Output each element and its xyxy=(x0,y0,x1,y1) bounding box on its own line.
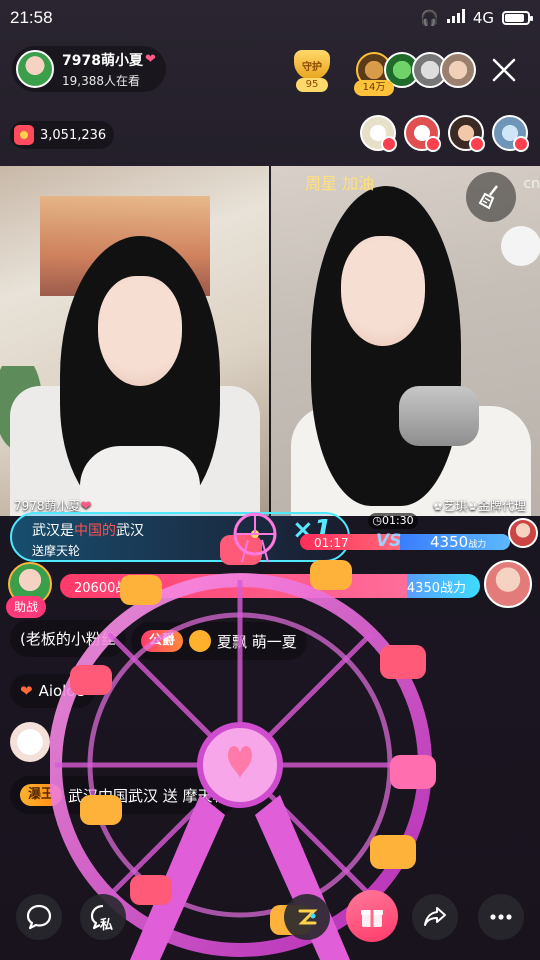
headphone-icon: 🎧 xyxy=(420,9,439,27)
private-label: 私 xyxy=(100,918,114,933)
viewer-count: 19,388人在看 xyxy=(62,73,140,88)
host-text: 7978萌小夏 ❤ 19,388人在看 xyxy=(62,50,156,89)
live-room-page: 21:58 🎧 4G 7978萌小夏 ❤ 19,388人在看 守护 95 14万… xyxy=(0,0,540,960)
chat-text: 夏飘 萌一夏 xyxy=(216,632,297,651)
bottom-toolbar: 私 xyxy=(0,890,540,950)
level-badge-icon xyxy=(188,630,211,652)
host-avatar[interactable] xyxy=(16,50,54,88)
pk-right-score: 4350战力 xyxy=(430,533,486,551)
chat-message[interactable]: 公爵 夏飘 萌一夏 xyxy=(130,622,307,660)
fan-avatar[interactable] xyxy=(440,52,476,88)
gift-button[interactable] xyxy=(346,890,398,942)
status-bar: 21:58 🎧 4G xyxy=(0,0,540,36)
battery-icon xyxy=(502,11,533,25)
duke-tag: 公爵 xyxy=(140,630,183,652)
heart-icon: ❤ xyxy=(20,682,33,700)
chat-bubble-icon xyxy=(26,904,52,930)
pk-right-avatar[interactable] xyxy=(484,560,532,608)
crown-badge-icon xyxy=(381,136,397,152)
red-envelope-icon xyxy=(14,125,34,145)
art-icon xyxy=(298,909,318,925)
pk-timer: ◷01:30 xyxy=(368,513,418,529)
broom-icon xyxy=(478,185,498,210)
microphone xyxy=(399,386,479,446)
chat-list: (老板的小粉丝 公爵 夏飘 萌一夏 ❤ Aioloe 瀑王 武汉中国武汉 送 摩… xyxy=(10,620,330,828)
crown-badge-icon xyxy=(513,136,529,152)
status-time: 21:58 xyxy=(10,8,53,27)
pk-vs: VS xyxy=(376,531,402,551)
user-avatar[interactable] xyxy=(404,115,441,152)
streamer-face xyxy=(341,236,425,346)
pk-left-power: 20600战力 xyxy=(60,574,407,598)
chat-message[interactable]: ❤ Aioloe xyxy=(10,674,95,708)
chat-button[interactable] xyxy=(16,894,62,940)
right-caption: 周星 加油 xyxy=(305,174,375,193)
clock-icon: ◷ xyxy=(372,514,382,527)
signal-icon xyxy=(446,9,465,27)
pk-left-power-text: 20600战力 xyxy=(74,580,142,596)
pk-top-time: 01:17 xyxy=(314,536,349,550)
talent-button[interactable] xyxy=(284,894,330,940)
coin-amount: 3,051,236 xyxy=(40,127,107,143)
fan-rank-tag: 14万 xyxy=(354,80,394,96)
coin-counter[interactable]: 3,051,236 xyxy=(10,121,114,149)
chat-username: Aioloe xyxy=(38,682,85,700)
streamer-body xyxy=(80,446,200,516)
pk-right-score-value: 4350 xyxy=(430,533,469,551)
gift-message-highlight: 中国的 xyxy=(74,523,116,539)
left-video-pane[interactable]: 7978萌小夏❤ xyxy=(0,166,269,516)
network-type: 4G xyxy=(472,9,494,27)
user-avatar[interactable] xyxy=(448,115,485,152)
crown-badge-icon xyxy=(469,136,485,152)
more-button[interactable] xyxy=(478,894,524,940)
pk-right-power: 4350战力 xyxy=(406,574,480,598)
close-button[interactable] xyxy=(484,50,524,90)
crown-badge-icon xyxy=(425,136,441,152)
guard-count: 95 xyxy=(296,78,328,92)
host-name: 7978萌小夏 xyxy=(62,52,143,69)
user-avatar[interactable] xyxy=(492,115,529,152)
guard-badge[interactable]: 守护 95 xyxy=(288,50,336,92)
streamer-face xyxy=(98,276,182,386)
host-name-row: 7978萌小夏 ❤ xyxy=(62,50,156,70)
user-avatar[interactable] xyxy=(360,115,397,152)
pk-top-bar: 01:17 VS 4350战力 xyxy=(300,528,510,556)
share-icon xyxy=(424,907,446,926)
pk-zone: 武汉是中国的武汉 送摩天轮 ×1 ◷01:30 01:17 VS 4350战力 … xyxy=(0,510,540,618)
chat-message[interactable]: (老板的小粉丝 xyxy=(10,620,126,657)
guard-shield-icon: 守护 xyxy=(294,50,330,80)
assist-button[interactable]: 助战 xyxy=(6,596,47,618)
share-button[interactable] xyxy=(412,894,458,940)
gift-icon xyxy=(361,910,383,927)
pk-opponent-small-avatar[interactable] xyxy=(508,518,538,548)
online-users xyxy=(360,115,529,152)
chat-text: (老板的小粉丝 xyxy=(20,630,116,648)
pk-power-bar: 20600战力 4350战力 xyxy=(60,574,480,598)
guard-label: 守护 xyxy=(302,61,322,73)
pk-right-power-text: 4350战力 xyxy=(406,580,466,596)
streamer-hair xyxy=(311,186,461,506)
gift-message-suffix: 武汉 xyxy=(116,523,144,539)
chat-message[interactable]: 瀑王 武汉中国武汉 送 摩天轮 xyxy=(10,776,238,814)
pk-timer-text: 01:30 xyxy=(381,514,414,527)
chat-avatar-row xyxy=(10,722,330,762)
chat-user-avatar[interactable] xyxy=(10,722,50,762)
lamp xyxy=(501,226,540,266)
more-icon xyxy=(490,914,512,920)
gift-message-prefix: 武汉是 xyxy=(32,523,74,539)
close-icon xyxy=(492,58,516,82)
clear-screen-button[interactable] xyxy=(466,172,516,222)
status-icons: 🎧 4G xyxy=(420,9,533,27)
watermark: cn xyxy=(523,176,540,192)
pk-right-score-unit: 战力 xyxy=(468,540,487,550)
battery-fill xyxy=(505,14,524,22)
heart-icon: ❤ xyxy=(144,52,156,67)
king-tag: 瀑王 xyxy=(20,784,63,806)
chat-text: 武汉中国武汉 送 摩天轮 xyxy=(68,786,228,805)
host-info[interactable]: 7978萌小夏 ❤ 19,388人在看 xyxy=(12,46,166,92)
